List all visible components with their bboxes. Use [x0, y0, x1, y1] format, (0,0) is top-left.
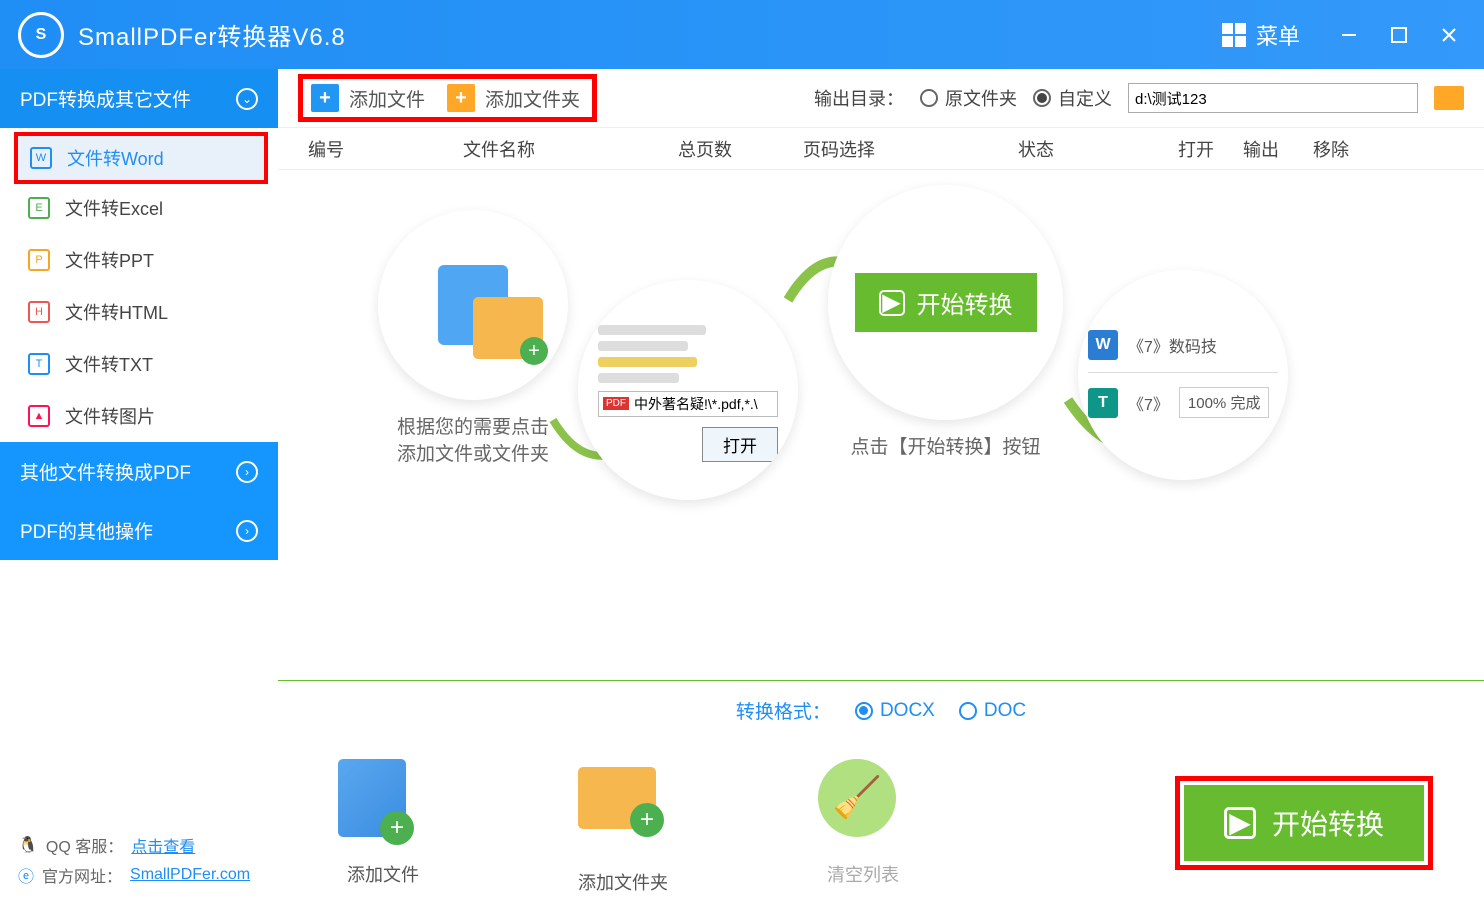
- radio-selected-icon: [1033, 89, 1051, 107]
- qq-icon: 🐧: [18, 835, 38, 855]
- txt-icon: T: [28, 353, 50, 375]
- output-dir-group: 输出目录： 原文件夹 自定义: [814, 83, 1464, 113]
- sidebar-footer: 🐧 QQ 客服： 点击查看 ⓔ 官方网址： SmallPDFer.com: [0, 815, 278, 905]
- th-output: 输出: [1243, 136, 1313, 162]
- table-header: 编号 文件名称 总页数 页码选择 状态 打开 输出 移除: [278, 128, 1484, 170]
- radio-selected-icon: [855, 702, 873, 720]
- th-status: 状态: [1018, 136, 1178, 162]
- sidebar-item-html[interactable]: H 文件转HTML: [0, 286, 278, 338]
- radio-icon: [959, 702, 977, 720]
- folder-add-icon: [578, 767, 656, 829]
- chevron-right-icon: ›: [236, 461, 258, 483]
- guide-step2-circle: ▶ 开始转换: [828, 185, 1063, 420]
- title-bar: S SmallPDFer转换器V6.8 菜单: [0, 0, 1484, 69]
- bottom-add-folder[interactable]: 添加文件夹: [578, 751, 668, 895]
- radio-custom-folder[interactable]: 自定义: [1033, 85, 1112, 111]
- ppt-icon: P: [28, 249, 50, 271]
- format-label: 转换格式：: [736, 697, 831, 724]
- chevron-right-icon: ›: [236, 520, 258, 542]
- bottom-add-file[interactable]: 添加文件: [338, 759, 428, 887]
- sidebar-item-image[interactable]: ▲ 文件转图片: [0, 390, 278, 442]
- app-logo: S: [18, 12, 64, 58]
- plus-folder-icon: +: [447, 84, 475, 112]
- txt-doc-icon: T: [1088, 388, 1118, 418]
- browse-folder-button[interactable]: [1434, 86, 1464, 110]
- sidebar-section-pdf-to-other[interactable]: PDF转换成其它文件 ⌄: [0, 69, 278, 128]
- maximize-button[interactable]: [1389, 25, 1409, 45]
- guide-step2-text: 点击【开始转换】按钮: [828, 432, 1063, 459]
- start-convert-button[interactable]: ▶ 开始转换: [1184, 785, 1424, 861]
- th-page-select: 页码选择: [803, 136, 1018, 162]
- guide-result-circle: W 《7》数码技 T 《7》 100% 完成: [1078, 270, 1288, 480]
- word-icon: W: [30, 147, 52, 169]
- html-icon: H: [28, 301, 50, 323]
- sidebar-section-pdf-ops[interactable]: PDF的其他操作 ›: [0, 501, 278, 560]
- file-add-icon: [338, 759, 406, 837]
- sidebar-item-excel[interactable]: E 文件转Excel: [0, 182, 278, 234]
- menu-button[interactable]: 菜单: [1208, 13, 1314, 57]
- menu-grid-icon: [1222, 23, 1246, 47]
- sidebar: PDF转换成其它文件 ⌄ W 文件转Word E 文件转Excel P 文件转P…: [0, 69, 278, 905]
- sidebar-section-other-to-pdf[interactable]: 其他文件转换成PDF ›: [0, 442, 278, 501]
- word-doc-icon: W: [1088, 330, 1118, 360]
- sidebar-item-word[interactable]: W 文件转Word: [16, 134, 266, 182]
- bottom-actions: 添加文件 添加文件夹 🧹 清空列表 ▶ 开始转换: [278, 740, 1484, 905]
- th-open: 打开: [1178, 136, 1243, 162]
- ie-icon: ⓔ: [18, 863, 34, 887]
- menu-label: 菜单: [1256, 19, 1300, 51]
- radio-original-folder[interactable]: 原文件夹: [920, 85, 1017, 111]
- output-path-input[interactable]: [1128, 83, 1418, 113]
- main-area: + 添加文件 + 添加文件夹 输出目录： 原文件夹 自定义: [278, 69, 1484, 905]
- close-button[interactable]: [1439, 25, 1459, 45]
- th-pages: 总页数: [678, 136, 803, 162]
- qq-support-link[interactable]: 点击查看: [131, 833, 195, 857]
- official-site-link[interactable]: SmallPDFer.com: [130, 866, 250, 884]
- th-number: 编号: [308, 136, 463, 162]
- guide-step1-circle: +: [378, 210, 568, 400]
- chevron-down-icon: ⌄: [236, 88, 258, 110]
- add-folder-button[interactable]: + 添加文件夹: [447, 84, 580, 112]
- add-buttons-group: + 添加文件 + 添加文件夹: [303, 79, 592, 117]
- output-dir-label: 输出目录：: [814, 85, 904, 111]
- toolbar: + 添加文件 + 添加文件夹 输出目录： 原文件夹 自定义: [278, 69, 1484, 128]
- th-remove: 移除: [1313, 136, 1373, 162]
- plus-file-icon: +: [311, 84, 339, 112]
- bottom-clear-list[interactable]: 🧹 清空列表: [818, 759, 908, 887]
- app-title: SmallPDFer转换器V6.8: [78, 17, 1208, 52]
- radio-icon: [920, 89, 938, 107]
- th-filename: 文件名称: [463, 136, 678, 162]
- brush-icon: 🧹: [818, 759, 896, 837]
- format-docx-radio[interactable]: DOCX: [855, 700, 935, 722]
- sidebar-item-txt[interactable]: T 文件转TXT: [0, 338, 278, 390]
- start-banner-icon: ▶ 开始转换: [855, 273, 1037, 332]
- excel-icon: E: [28, 197, 50, 219]
- guide-area: + 根据您的需要点击 添加文件或文件夹: [278, 170, 1484, 680]
- format-doc-radio[interactable]: DOC: [959, 700, 1026, 722]
- add-file-button[interactable]: + 添加文件: [311, 84, 425, 112]
- play-icon: ▶: [879, 290, 905, 316]
- image-icon: ▲: [28, 405, 50, 427]
- format-row: 转换格式： DOCX DOC: [278, 680, 1484, 740]
- minimize-button[interactable]: [1339, 25, 1359, 45]
- guide-step1-text: 根据您的需要点击 添加文件或文件夹: [378, 412, 568, 466]
- guide-popup-circle: PDF 中外著名疑!\*.pdf,*.\ 打开: [578, 280, 798, 500]
- play-icon: ▶: [1224, 807, 1256, 839]
- sidebar-item-ppt[interactable]: P 文件转PPT: [0, 234, 278, 286]
